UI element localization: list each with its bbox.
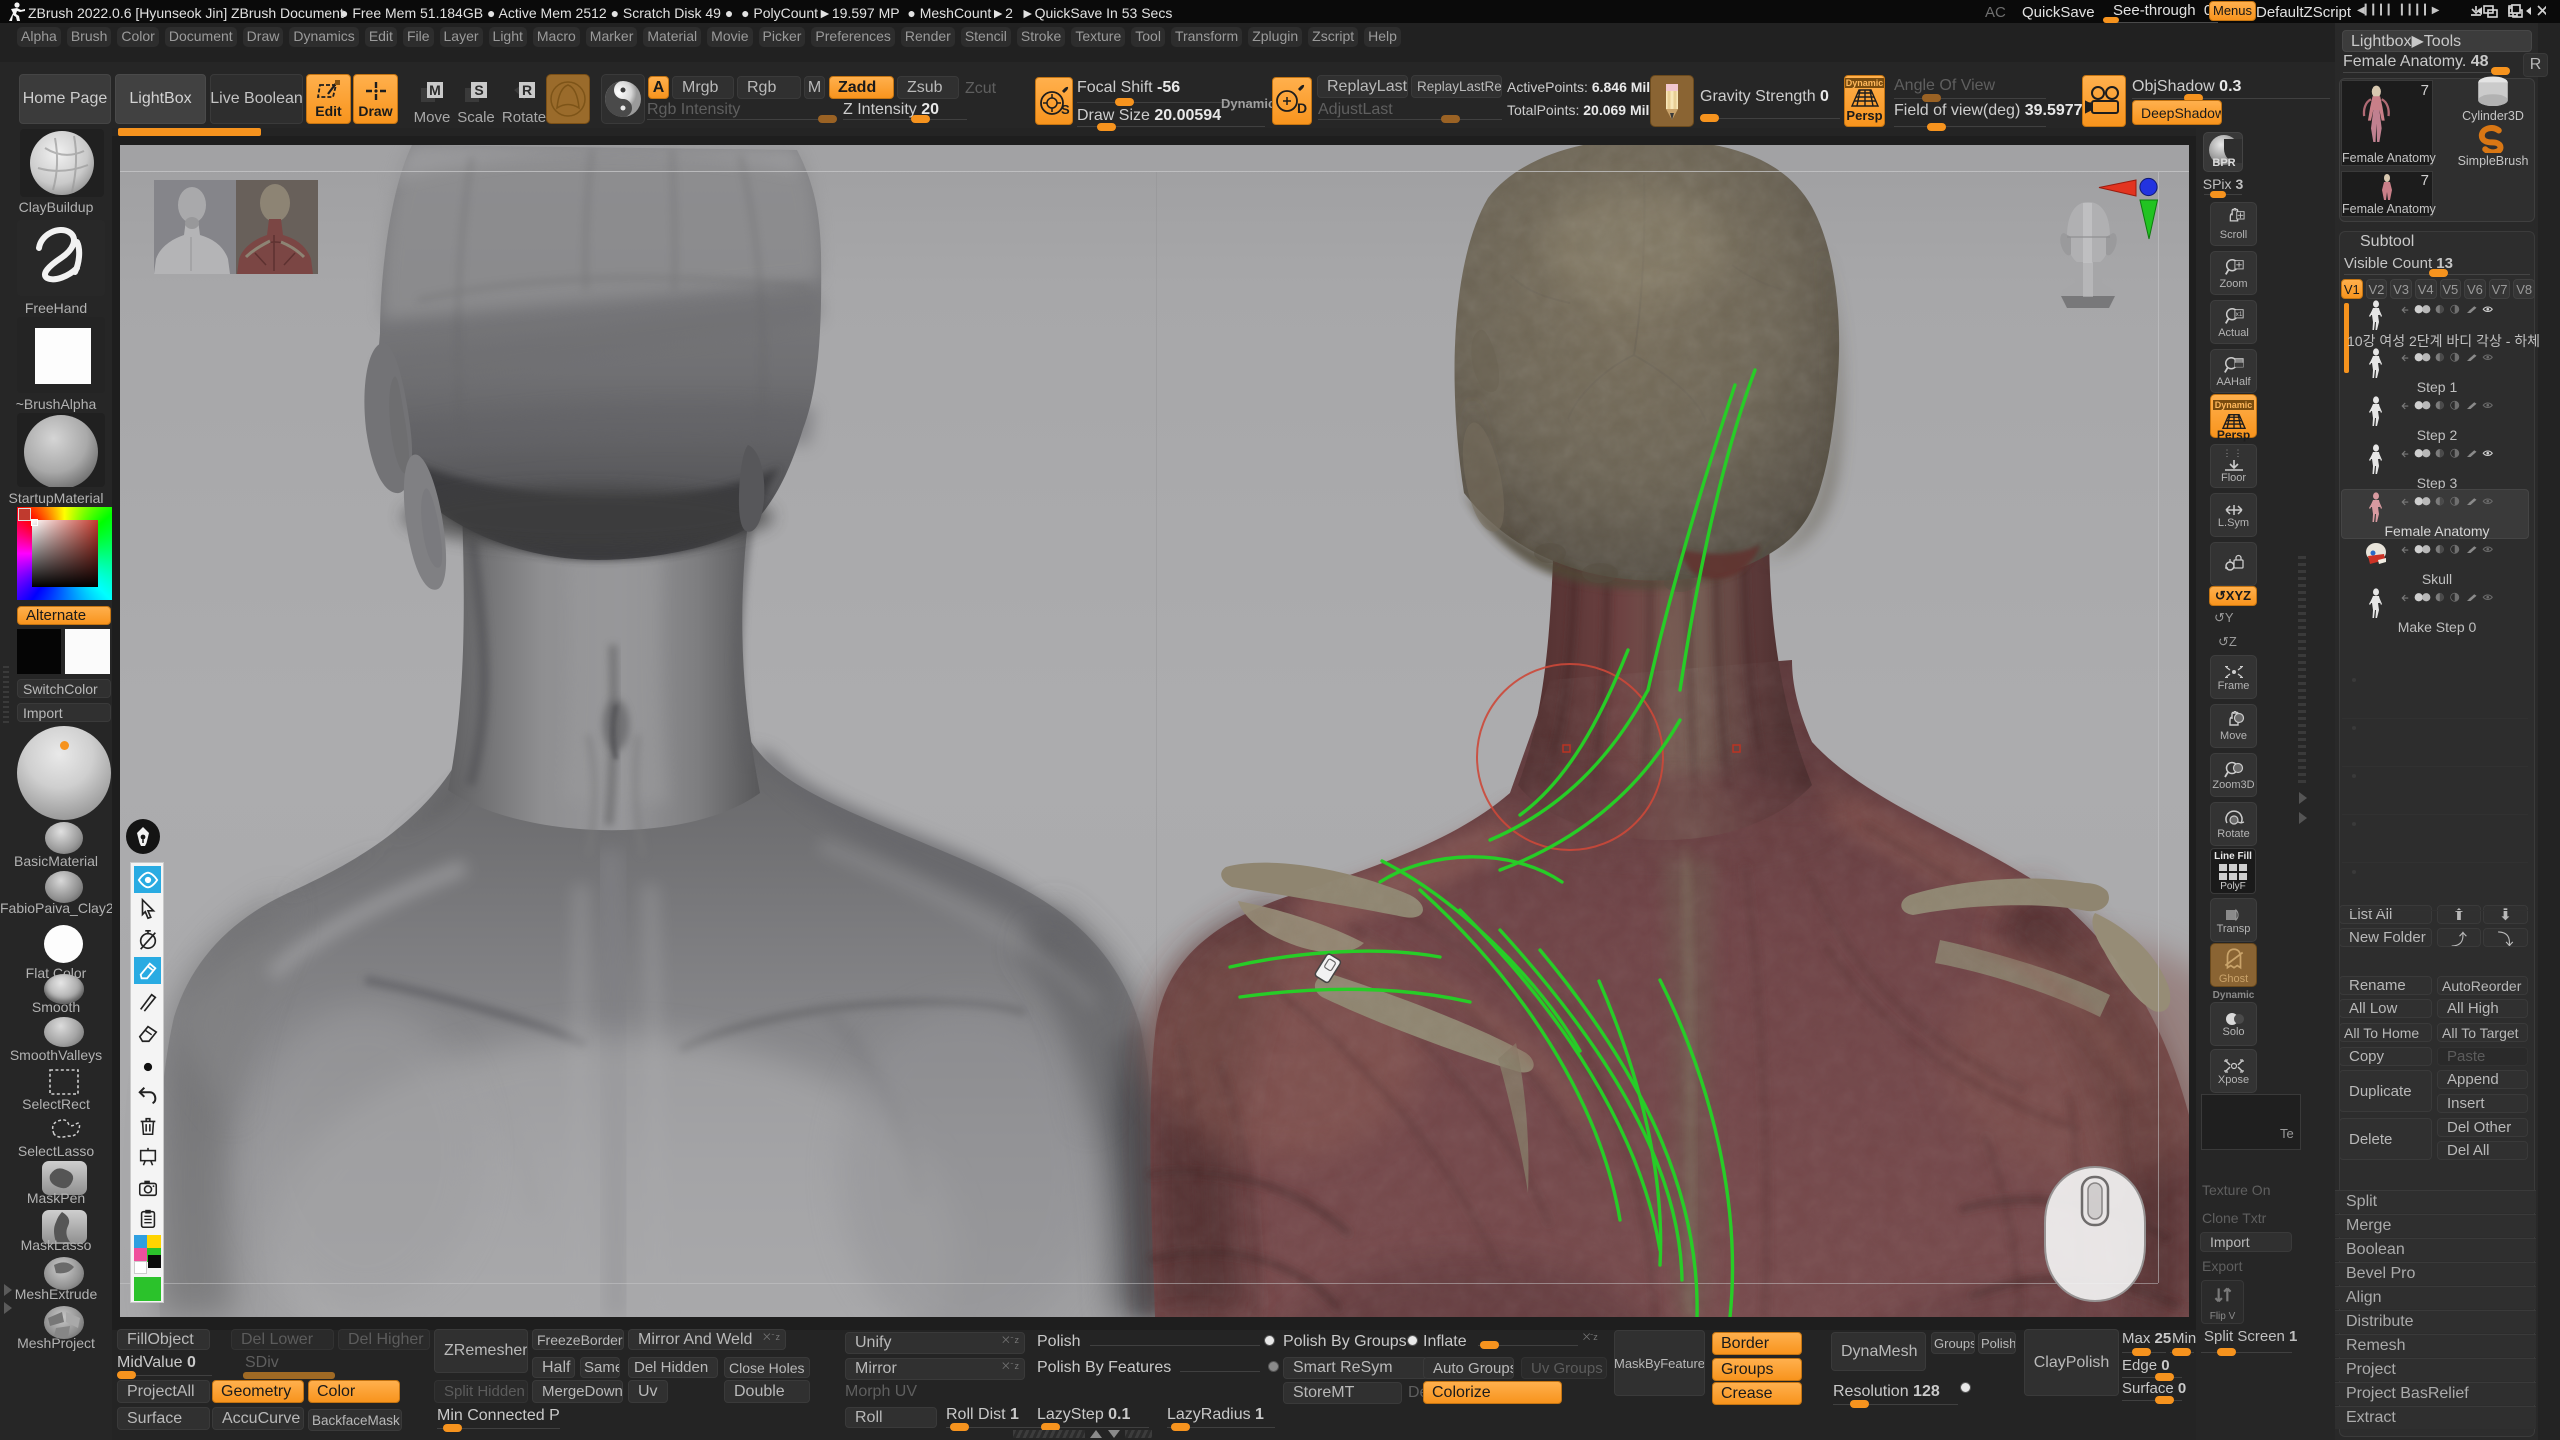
svg-text:D: D [1297, 100, 1307, 116]
svg-text:S: S [1061, 102, 1070, 117]
svg-text:R: R [522, 82, 532, 98]
svg-text:M: M [429, 82, 441, 98]
svg-text:S: S [474, 82, 483, 98]
svg-text:x1: x1 [2235, 311, 2242, 318]
